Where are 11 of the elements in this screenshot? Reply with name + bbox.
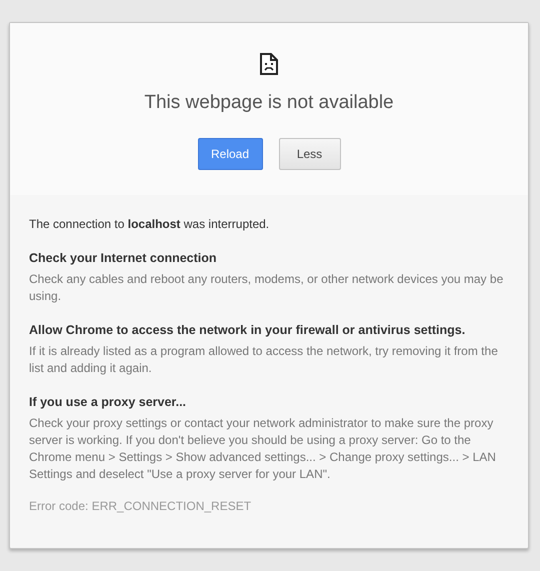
- suggestion-text: If it is already listed as a program allowed to access the network, try removing it from the list and adding it again.: [29, 343, 499, 377]
- suggestion-text: Check any cables and reboot any routers, modems, or other network devices you may be using.: [29, 271, 504, 305]
- suggestion-text: Check your proxy settings or contact your network administrator to make sure the proxy server is working. If you don't believe you should be using a proxy server: Go to the Chrome menu > Settings > Show advanced settings... > Change proxy settings... > LAN Settings and deselect "Use a proxy server for your LAN".: [29, 415, 497, 483]
- suggestion-heading: Check your Internet connection: [29, 250, 218, 267]
- suggestion-heading: Allow Chrome to access the network in your firewall or antivirus settings.: [29, 322, 466, 339]
- error-title: This webpage is not available: [144, 91, 394, 115]
- error-code: Error code: ERR_CONNECTION_RESET: [29, 498, 252, 515]
- error-summary: The connection to localhost was interrupted.: [29, 216, 270, 233]
- sad-page-icon: [260, 53, 278, 75]
- less-button[interactable]: Less: [278, 138, 340, 170]
- suggestion-heading: If you use a proxy server...: [29, 394, 188, 411]
